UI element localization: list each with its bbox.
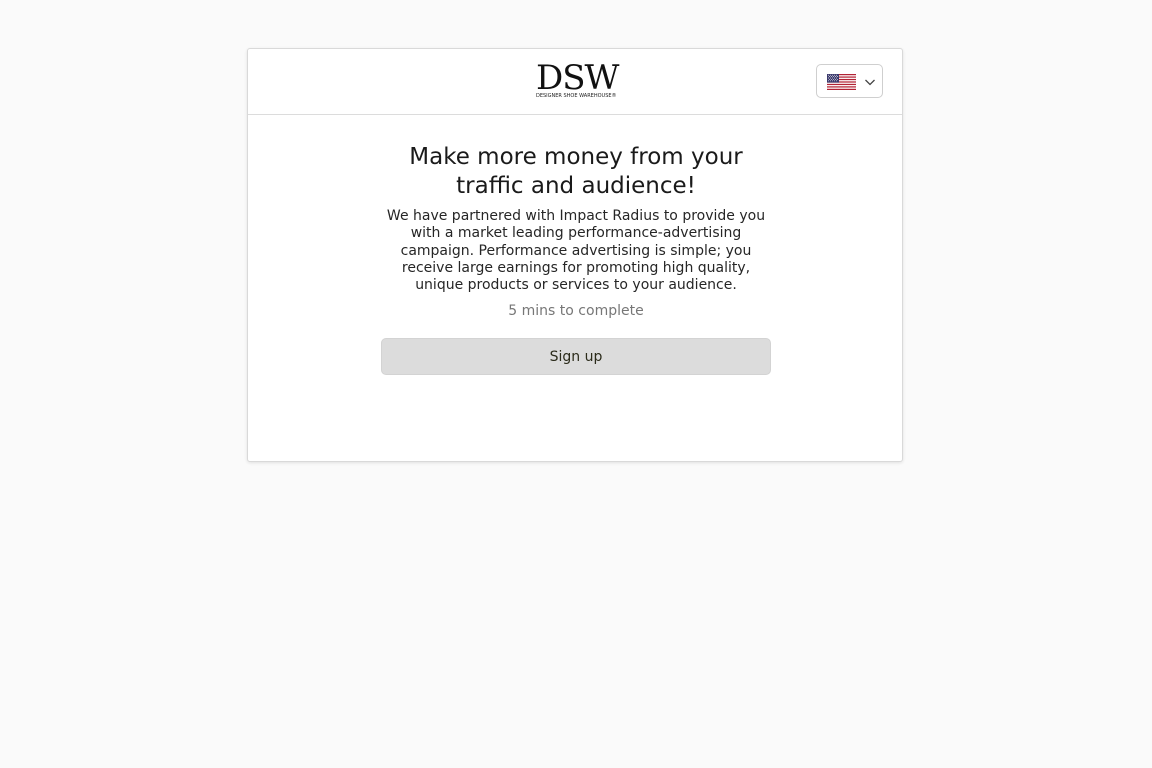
page-title: Make more money from your traffic and au… [409,144,743,199]
language-selector[interactable] [816,64,883,98]
card-header: DSW DESIGNER SHOE WAREHOUSE® [248,49,902,115]
us-flag-icon [827,74,856,90]
duration-text: 5 mins to complete [508,303,644,320]
brand-name: DSW [536,58,620,98]
brand-tagline: DESIGNER SHOE WAREHOUSE® [536,93,617,99]
signup-button[interactable]: Sign up [381,338,771,376]
chevron-down-icon [865,79,875,86]
main-content: Make more money from your traffic and au… [381,143,771,376]
signup-card: DSW DESIGNER SHOE WAREHOUSE® Make more m… [247,48,903,462]
description-text: We have partnered with Impact Radius to … [386,208,766,294]
brand-logo: DSW DESIGNER SHOE WAREHOUSE® [536,58,620,99]
